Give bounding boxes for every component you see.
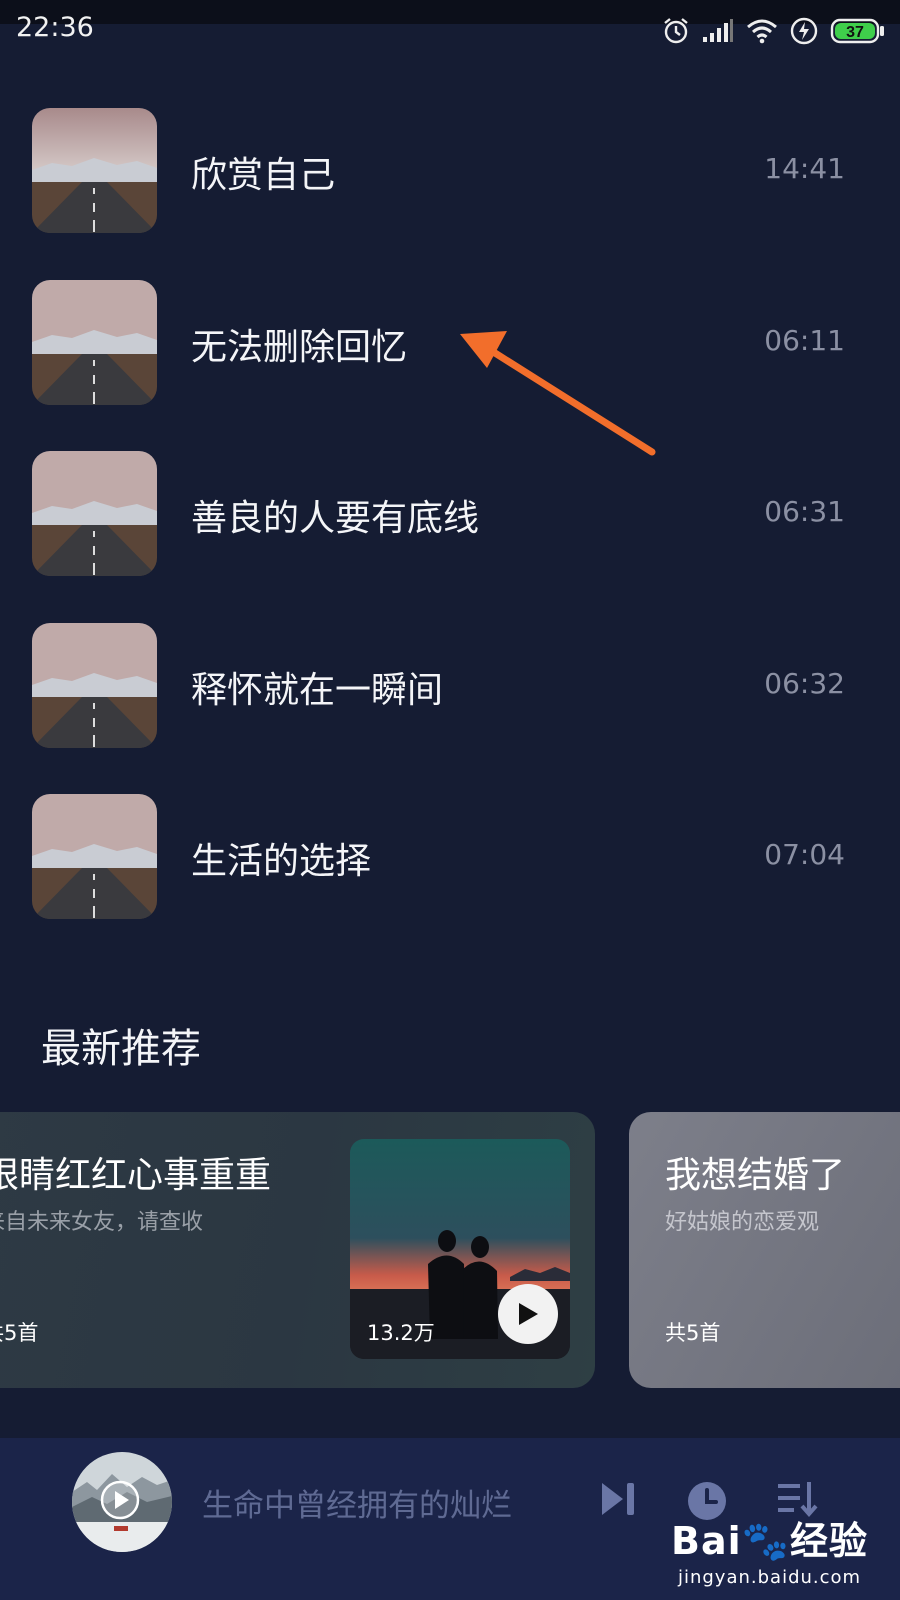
song-cover-image (32, 794, 157, 919)
song-row[interactable]: 欣赏自己 14:41 (0, 88, 900, 248)
song-title: 无法删除回忆 (191, 327, 408, 368)
song-cover-image (32, 451, 157, 576)
signal-icon (703, 19, 733, 42)
song-duration: 06:11 (764, 324, 845, 357)
play-button[interactable] (498, 1284, 558, 1344)
song-row[interactable]: 善良的人要有底线 06:31 (0, 431, 900, 591)
song-duration: 07:04 (764, 838, 845, 871)
next-button[interactable] (599, 1480, 637, 1522)
card-cover-image: 13.2万 (350, 1139, 570, 1359)
card-track-count: 共5首 (665, 1321, 721, 1345)
baidu-jingyan-watermark: Bai🐾经验 jingyan.baidu.com (671, 1510, 868, 1588)
status-time: 22:36 (16, 12, 94, 43)
play-icon (519, 1303, 538, 1325)
play-count: 13.2万 (367, 1321, 435, 1345)
status-bar: 22:36 37 (0, 0, 900, 64)
card-title: 我想结婚了 (665, 1155, 846, 1196)
song-row[interactable]: 无法删除回忆 06:11 (0, 260, 900, 420)
svg-text:37: 37 (846, 24, 864, 41)
card-track-count: 共5首 (0, 1321, 39, 1345)
song-cover-image (32, 108, 157, 233)
screen: 22:36 37 欣赏自己 14:41 无法删除回忆 06:11 善良的人要有底… (0, 0, 900, 1600)
song-title: 善良的人要有底线 (191, 498, 480, 539)
song-row[interactable]: 释怀就在一瞬间 06:32 (0, 603, 900, 763)
card-subtitle: 好姑娘的恋爱观 (665, 1210, 820, 1235)
song-cover-image (32, 280, 157, 405)
song-title: 欣赏自己 (191, 155, 336, 196)
now-playing-title: 生命中曾经拥有的灿烂 (202, 1488, 512, 1524)
song-duration: 06:32 (764, 667, 845, 700)
watermark-logo: Bai🐾经验 (671, 1519, 868, 1563)
wifi-icon (747, 19, 777, 44)
song-duration: 14:41 (764, 152, 845, 185)
skip-next-icon (602, 1483, 634, 1515)
card-title: 眼睛红红心事重重 (0, 1155, 272, 1196)
song-title: 生活的选择 (191, 841, 372, 882)
watermark-url: jingyan.baidu.com (677, 1567, 862, 1588)
status-icons: 37 (662, 14, 886, 48)
charging-icon (790, 17, 818, 45)
song-duration: 06:31 (764, 495, 845, 528)
alarm-icon (664, 18, 688, 44)
recommend-card[interactable]: 眼睛红红心事重重 来自未来女友，请查收 共5首 (0, 1112, 595, 1388)
song-row[interactable]: 生活的选择 07:04 (0, 774, 900, 934)
song-title: 释怀就在一瞬间 (191, 670, 444, 711)
section-title: 最新推荐 (41, 1026, 201, 1072)
song-cover-image (32, 623, 157, 748)
card-subtitle: 来自未来女友，请查收 (0, 1210, 204, 1235)
battery-icon: 37 (830, 18, 884, 44)
now-playing-cover[interactable] (72, 1452, 172, 1552)
recommend-card[interactable]: 我想结婚了 好姑娘的恋爱观 共5首 (629, 1112, 900, 1388)
